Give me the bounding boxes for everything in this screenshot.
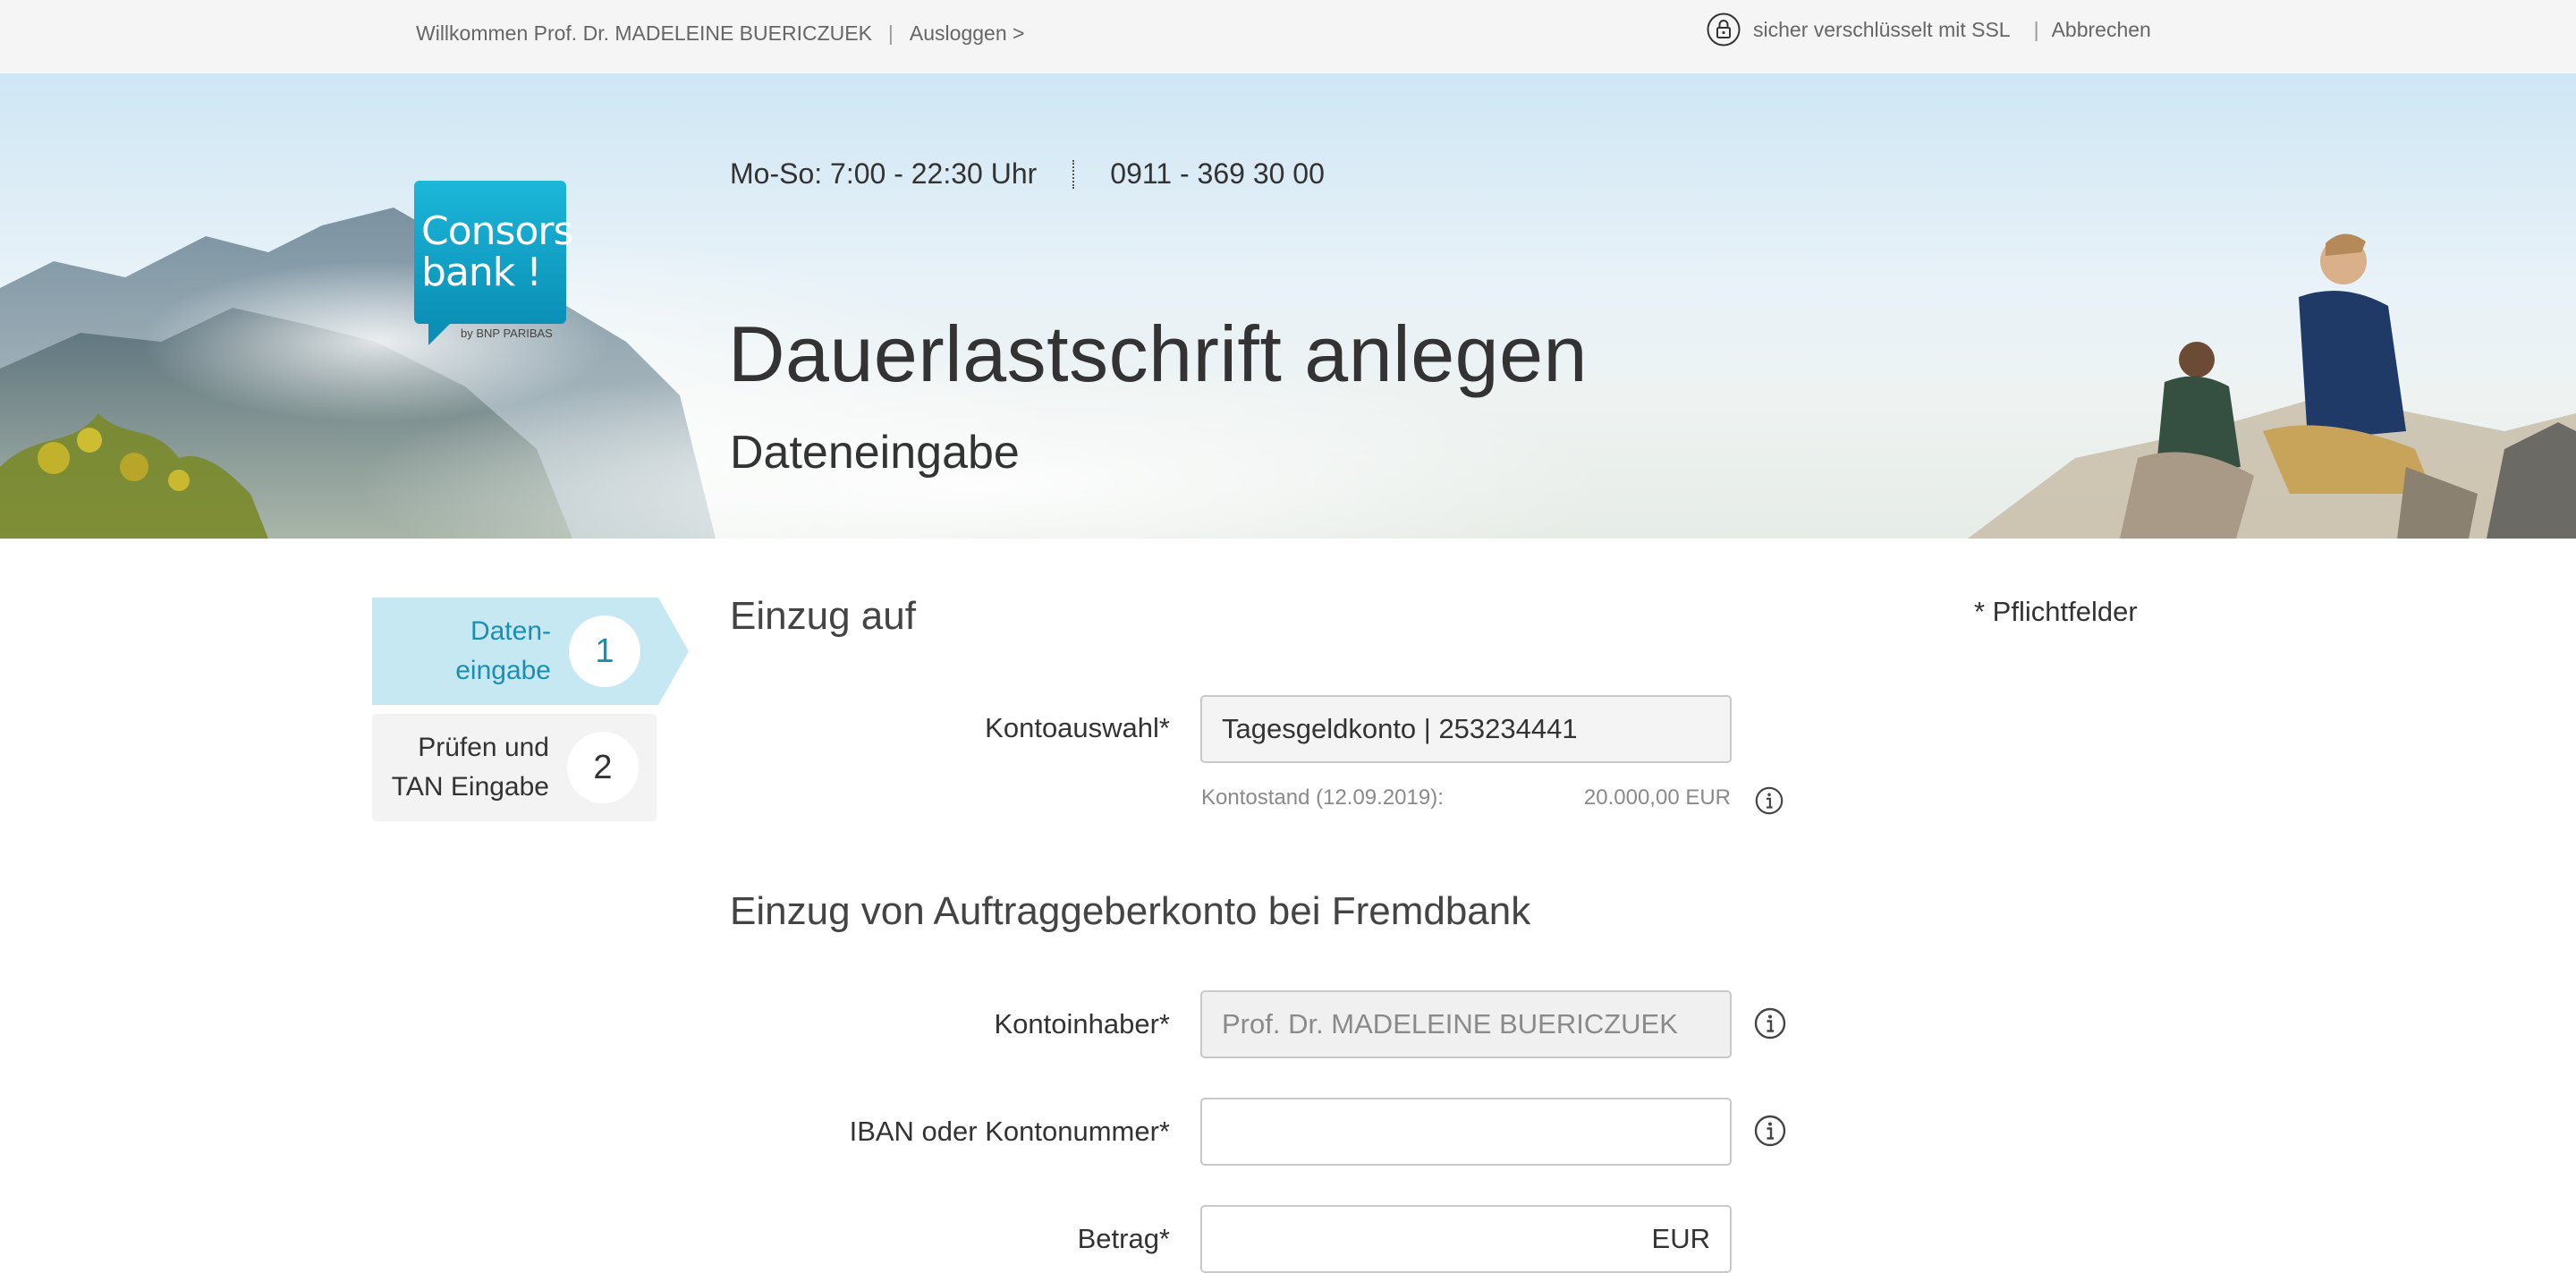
logo-line-1: Consors	[421, 208, 573, 254]
step-label: Prüfen und TAN Eingabe	[392, 728, 549, 807]
contact-info: Mo-So: 7:00 - 22:30 Uhr 0911 - 369 30 00	[730, 157, 1325, 191]
step-number: 1	[569, 615, 640, 687]
balance-value: 20.000,00 EUR	[1583, 785, 1731, 810]
step-label-line-2: eingabe	[455, 656, 551, 685]
amount-label: Betrag*	[1077, 1223, 1170, 1254]
landscape-image	[0, 208, 2576, 539]
logo-box: Consors bank !	[414, 181, 573, 324]
step-label-line-1: Prüfen und	[418, 733, 549, 762]
step-number: 2	[567, 732, 639, 803]
balance-label: Kontostand (12.09.2019):	[1201, 785, 1444, 810]
hero-banner: Consors bank ! by BNP PARIBAS	[0, 73, 2576, 539]
divider	[1072, 159, 1075, 189]
section-title-fremdbank: Einzug von Auftraggeberkonto bei Fremdba…	[730, 889, 1531, 933]
info-icon[interactable]	[1754, 1115, 1786, 1147]
account-select[interactable]: Tagesgeldkonto | 253234441	[1200, 695, 1732, 763]
top-bar: Willkommen Prof. Dr. MADELEINE BUERICZUE…	[0, 0, 2576, 73]
separator: |	[887, 21, 894, 45]
lock-icon	[1707, 13, 1741, 47]
user-area: Willkommen Prof. Dr. MADELEINE BUERICZUE…	[416, 21, 1024, 46]
logo-tail	[428, 322, 452, 345]
step-label: Daten- eingabe	[455, 612, 551, 691]
ssl-text: sicher verschlüsselt mit SSL	[1753, 17, 2011, 41]
logo-subtitle: by BNP PARIBAS	[461, 327, 553, 340]
page-subtitle: Dateneingabe	[730, 427, 1020, 479]
account-holder-value: Prof. Dr. MADELEINE BUERICZUEK	[1222, 1008, 1678, 1040]
iban-input[interactable]	[1200, 1098, 1732, 1166]
phone-number: 0911 - 369 30 00	[1110, 157, 1325, 190]
section-title-einzug-auf: Einzug auf	[730, 594, 916, 638]
step-label-line-2: TAN Eingabe	[391, 772, 549, 802]
logo-line-2: bank !	[421, 250, 542, 295]
step-label-line-1: Daten-	[470, 616, 551, 646]
separator: |	[2033, 17, 2039, 41]
opening-hours: Mo-So: 7:00 - 22:30 Uhr	[730, 157, 1038, 190]
welcome-text: Willkommen Prof. Dr. MADELEINE BUERICZUE…	[416, 21, 872, 45]
consorsbank-logo[interactable]: Consors bank ! by BNP PARIBAS	[414, 181, 573, 351]
required-fields-note: * Pflichtfelder	[1974, 596, 2138, 627]
cancel-link[interactable]: Abbrechen	[2052, 18, 2151, 42]
iban-label: IBAN oder Kontonummer*	[849, 1116, 1170, 1147]
page-title: Dauerlastschrift anlegen	[728, 310, 1588, 398]
logout-link[interactable]: Ausloggen >	[910, 21, 1025, 46]
account-select-value: Tagesgeldkonto | 253234441	[1222, 713, 1578, 744]
info-icon[interactable]	[1755, 786, 1784, 815]
security-area: sicher verschlüsselt mit SSL | Abbrechen	[1707, 13, 2151, 47]
account-holder-label: Kontoinhaber*	[994, 1008, 1171, 1040]
info-icon[interactable]	[1754, 1007, 1786, 1040]
amount-input[interactable]: EUR	[1200, 1205, 1732, 1273]
step-dateneingabe: Daten- eingabe 1	[372, 598, 689, 705]
amount-currency: EUR	[1651, 1223, 1710, 1254]
step-pruefen-tan: Prüfen und TAN Eingabe 2	[372, 714, 657, 821]
account-holder-field: Prof. Dr. MADELEINE BUERICZUEK	[1200, 990, 1732, 1058]
account-select-label: Kontoauswahl*	[985, 712, 1170, 743]
